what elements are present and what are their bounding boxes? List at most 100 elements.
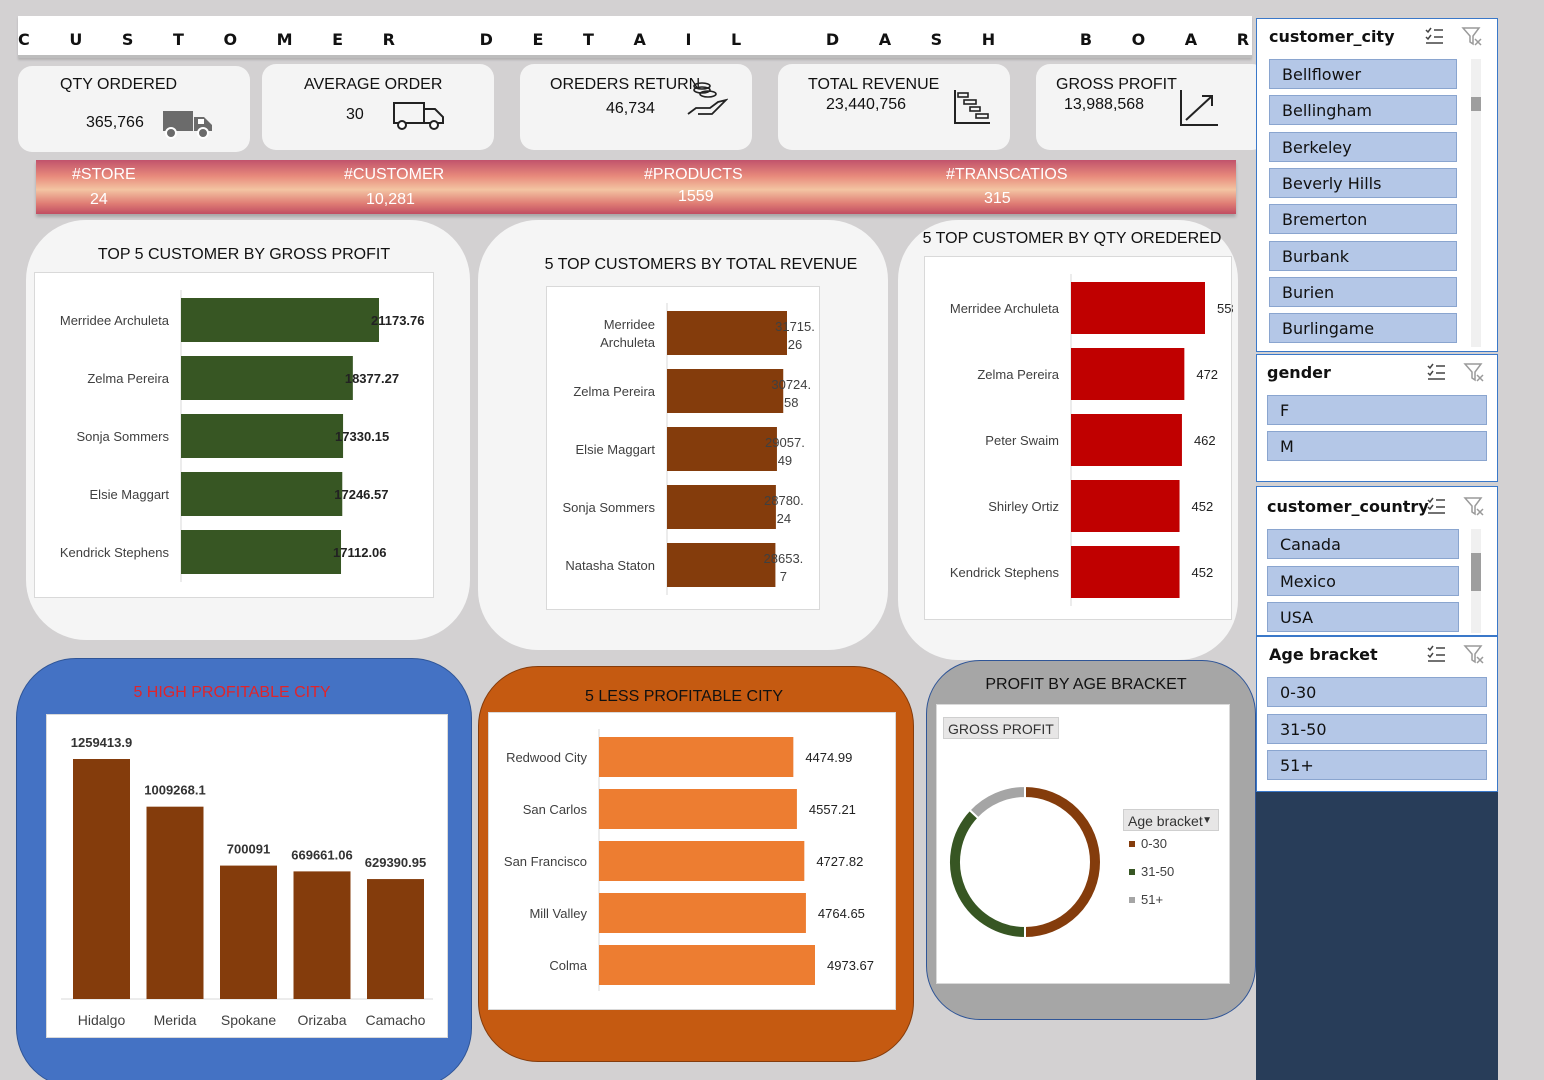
slicer-item[interactable]: Bremerton (1269, 204, 1457, 235)
kpi-label: GROSS PROFIT (1056, 76, 1177, 93)
category-label: Kendrick Stephens (60, 545, 170, 560)
chart-revenue: Merridee 31715. 26 Zelma Pereira 30724. 58 Els… (563, 303, 815, 595)
bar (1071, 546, 1180, 598)
bar (1071, 414, 1182, 466)
data-label: 17330.15 (335, 429, 389, 444)
multi-select-icon[interactable] (1423, 25, 1445, 47)
banner-label-transactions: #TRANSCATIOS (946, 166, 1068, 183)
clear-filter-icon[interactable] (1461, 25, 1483, 47)
bar (367, 879, 424, 999)
category-label: Camacho (366, 1012, 426, 1028)
multi-select-icon[interactable] (1425, 643, 1447, 665)
slicer-item[interactable]: F (1267, 395, 1487, 425)
category-label: Natasha Staton (565, 558, 655, 573)
bar (667, 543, 776, 587)
slicer-item[interactable]: 31-50 (1267, 713, 1487, 744)
data-label: 30724. (771, 377, 811, 392)
data-label: 4557.21 (809, 802, 856, 817)
series-field-button[interactable]: GROSS PROFIT (943, 717, 1059, 739)
slicer-item[interactable]: 0-30 (1267, 677, 1487, 707)
slicer-gender: gender FM (1256, 354, 1498, 482)
chart-qty: Merridee Archuleta 558 Zelma Pereira 472 Pet… (950, 274, 1239, 606)
clear-filter-icon[interactable] (1463, 361, 1485, 383)
banner-label-store: #STORE (72, 166, 136, 183)
scrollbar-thumb[interactable] (1471, 553, 1481, 591)
plot-area-gross-profit: Merridee Archuleta 21173.76 Zelma Pereira 1… (34, 272, 434, 598)
category-label: San Carlos (523, 802, 588, 817)
trend-up-icon (1180, 90, 1218, 126)
slicer-item[interactable]: USA (1267, 602, 1459, 632)
bar (599, 789, 797, 829)
bar (220, 865, 277, 999)
data-label: 49 (778, 453, 792, 468)
category-label: Zelma Pereira (573, 384, 655, 399)
data-label: 558 (1217, 301, 1233, 316)
truck-outline-icon (393, 102, 444, 130)
slicer-title: customer_country (1267, 497, 1429, 516)
kpi-card-total-revenue: TOTAL REVENUE 23,440,756 (778, 64, 1010, 150)
chart-title-qty: 5 TOP CUSTOMER BY QTY OREDERED (922, 230, 1222, 247)
category-label: Mill Valley (529, 906, 587, 921)
data-label: 472 (1196, 367, 1218, 382)
slicer-item[interactable]: Burien (1269, 276, 1457, 307)
category-label: Elsie Maggart (90, 487, 170, 502)
bar (181, 414, 344, 458)
slicer-item[interactable]: 51+ (1267, 750, 1487, 780)
slicer-item[interactable]: Burlingame (1269, 313, 1457, 344)
bar (293, 871, 351, 999)
bar (599, 737, 794, 777)
slicer-item[interactable]: M (1267, 431, 1487, 461)
banner-value-transactions: 315 (984, 190, 1011, 207)
slicer-item[interactable]: Bellingham (1269, 95, 1457, 126)
data-label: 17246.57 (334, 487, 388, 502)
hand-coins-icon (687, 82, 728, 115)
data-label: 4764.65 (818, 906, 865, 921)
data-label: 28780. (764, 493, 804, 508)
slicer-customer-country: customer_country Canada Mexico USA (1256, 486, 1498, 636)
data-label: 4727.82 (816, 854, 863, 869)
clear-filter-icon[interactable] (1463, 643, 1485, 665)
bar (181, 472, 343, 516)
legend-field-button[interactable]: Age bracket ▼ (1123, 809, 1219, 831)
gantt-chart-icon (954, 90, 990, 124)
plot-area-qty: Merridee Archuleta 558 Zelma Pereira 472 Pet… (924, 256, 1239, 620)
clear-filter-icon[interactable] (1463, 495, 1485, 517)
data-label: 28653. (764, 551, 804, 566)
category-label: San Francisco (504, 854, 587, 869)
doughnut-slice (1024, 784, 1102, 940)
kpi-value: 13,988,568 (1064, 96, 1145, 113)
slicer-item[interactable]: Beverly Hills (1269, 167, 1457, 198)
legend-marker (1129, 897, 1135, 903)
summary-banner: #STORE 24 #CUSTOMER 10,281 #PRODUCTS 155… (36, 160, 1236, 214)
multi-select-icon[interactable] (1425, 495, 1447, 517)
banner-value-customer: 10,281 (366, 191, 415, 208)
scrollbar-thumb[interactable] (1471, 97, 1481, 111)
category-label: Sonja Sommers (563, 500, 656, 515)
category-label: Archuleta (600, 335, 656, 350)
legend-item: 31-50 (1141, 864, 1174, 879)
slicer-title: gender (1267, 363, 1331, 382)
dashboard-title: C U S T O M E R D E T A I L D A S H B O … (18, 30, 1319, 49)
slicer-item[interactable]: Mexico (1267, 565, 1459, 596)
slicer-item[interactable]: Bellflower (1269, 59, 1457, 89)
bar (1071, 348, 1185, 400)
category-label: Spokane (221, 1012, 276, 1028)
chart-age-doughnut: 0-30 31-50 51+ (948, 784, 1174, 940)
multi-select-icon[interactable] (1425, 361, 1447, 383)
slicer-item[interactable]: Burbank (1269, 240, 1457, 271)
data-label: 21173.76 (371, 313, 425, 328)
kpi-value: 46,734 (606, 100, 655, 117)
bar (599, 841, 805, 881)
bar (1071, 282, 1205, 334)
data-label: 452 (1192, 565, 1214, 580)
category-label: Merridee (604, 317, 655, 332)
banner-label-customer: #CUSTOMER (344, 166, 445, 183)
slicer-item[interactable]: Berkeley (1269, 131, 1457, 162)
slicer-background-panel (1256, 780, 1498, 1080)
banner-value-store: 24 (90, 191, 108, 208)
bar (181, 530, 342, 574)
doughnut-slice (968, 784, 1026, 820)
slicer-age-bracket: Age bracket 0-30 31-50 51+ (1256, 636, 1498, 792)
plot-area-high-city: 1259413.9 Hidalgo 1009268.1 Merida 700091 Spo… (46, 714, 448, 1038)
slicer-item[interactable]: Canada (1267, 529, 1459, 559)
